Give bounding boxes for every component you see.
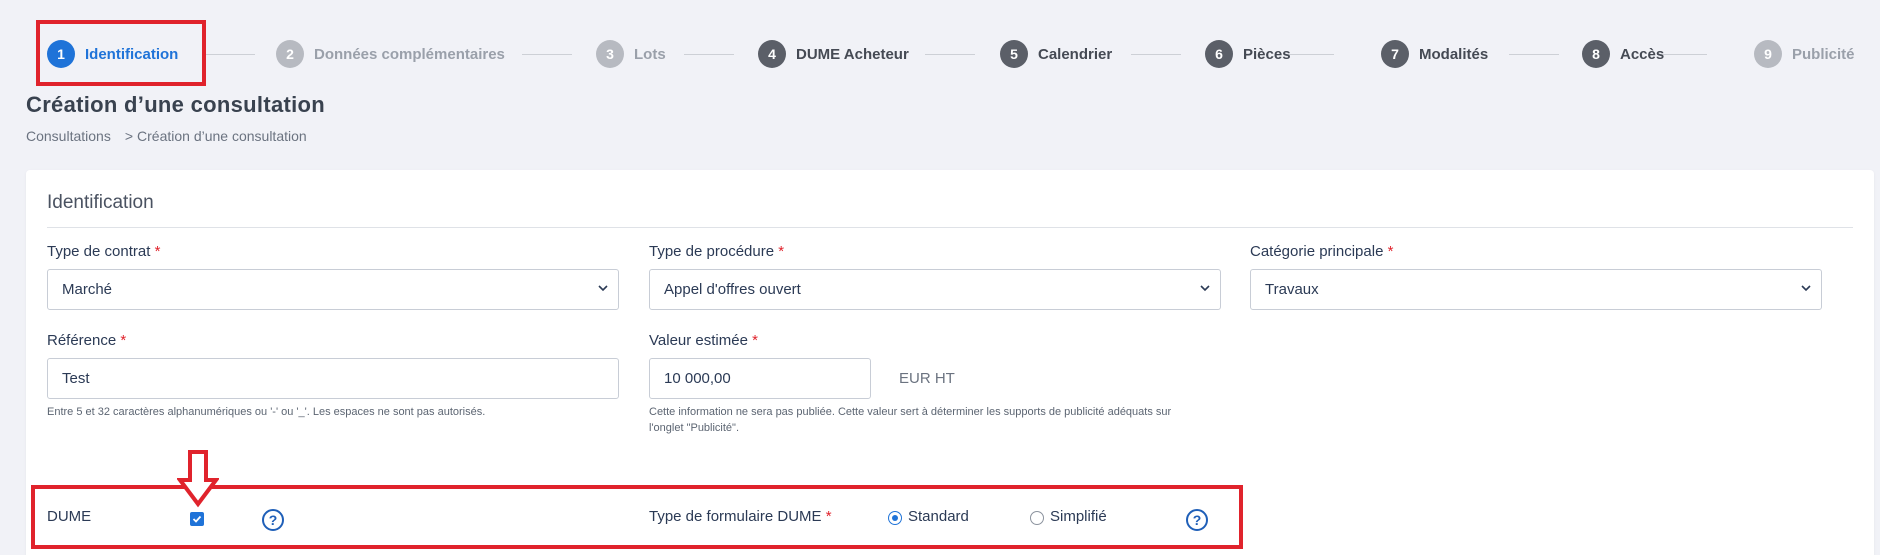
- procedure-type-value: Appel d'offres ouvert: [664, 281, 801, 298]
- step-label: Pièces: [1243, 45, 1291, 63]
- step-pieces[interactable]: 6 Pièces: [1205, 40, 1291, 68]
- estimated-value-label-text: Valeur estimée: [649, 332, 748, 349]
- reference-help-text: Entre 5 et 32 caractères alphanumériques…: [47, 406, 486, 418]
- chevron-down-icon: [598, 285, 608, 292]
- step-label: DUME Acheteur: [796, 45, 909, 63]
- reference-value: Test: [62, 370, 90, 387]
- procedure-type-select[interactable]: Appel d'offres ouvert: [649, 269, 1221, 310]
- step-connector: [1509, 54, 1559, 55]
- contract-type-select[interactable]: Marché: [47, 269, 619, 310]
- estimated-value-label: Valeur estimée *: [649, 332, 758, 349]
- step-label: Accès: [1620, 45, 1665, 63]
- step-connector: [1131, 54, 1181, 55]
- main-category-label: Catégorie principale *: [1250, 243, 1393, 260]
- main-category-value: Travaux: [1265, 281, 1319, 298]
- step-number: 5: [1000, 40, 1028, 68]
- step-donnees-complementaires[interactable]: 2 Données complémentaires: [276, 40, 505, 68]
- procedure-type-label: Type de procédure *: [649, 243, 784, 260]
- estimated-value-help-line: Cette information ne sera pas publiée. C…: [649, 406, 1172, 418]
- breadcrumb-separator: >: [124, 128, 134, 144]
- step-connector: [1657, 54, 1707, 55]
- step-modalites[interactable]: 7 Modalités: [1381, 40, 1488, 68]
- estimated-value-help-text: Cette information ne sera pas publiée. C…: [649, 404, 1229, 436]
- main-category-label-text: Catégorie principale: [1250, 243, 1384, 260]
- step-label: Données complémentaires: [314, 45, 505, 63]
- step-number: 4: [758, 40, 786, 68]
- step-label: Modalités: [1419, 45, 1489, 63]
- step-connector: [522, 54, 572, 55]
- step-number: 6: [1205, 40, 1233, 68]
- section-title: Identification: [47, 192, 154, 213]
- step-number: 2: [276, 40, 304, 68]
- wizard-stepper: 1 Identification 2 Données complémentair…: [47, 40, 1867, 68]
- chevron-down-icon: [1801, 285, 1811, 292]
- page-title: Création d’une consultation: [26, 92, 325, 117]
- step-number: 9: [1754, 40, 1782, 68]
- step-acces[interactable]: 8 Accès: [1582, 40, 1664, 68]
- annotation-highlight-box: [36, 20, 206, 86]
- step-connector: [1284, 54, 1334, 55]
- procedure-type-label-text: Type de procédure: [649, 243, 775, 260]
- annotation-arrow-down-icon: [177, 450, 219, 508]
- step-connector: [684, 54, 734, 55]
- contract-type-value: Marché: [62, 281, 113, 298]
- step-calendrier[interactable]: 5 Calendrier: [1000, 40, 1112, 68]
- currency-unit: EUR HT: [899, 370, 955, 387]
- step-number: 7: [1381, 40, 1409, 68]
- step-number: 3: [596, 40, 624, 68]
- step-label: Publicité: [1792, 45, 1855, 63]
- step-lots[interactable]: 3 Lots: [596, 40, 666, 68]
- main-category-select[interactable]: Travaux: [1250, 269, 1822, 310]
- estimated-value-input[interactable]: 10 000,00: [649, 358, 871, 399]
- reference-label: Référence *: [47, 332, 126, 349]
- breadcrumb-link-consultations[interactable]: Consultations: [26, 128, 111, 144]
- breadcrumb: Consultations > Création d’une consultat…: [26, 128, 307, 144]
- step-connector: [205, 54, 255, 55]
- contract-type-label-text: Type de contrat: [47, 243, 151, 260]
- step-label: Lots: [634, 45, 666, 63]
- required-asterisk: *: [752, 332, 758, 349]
- step-dume-acheteur[interactable]: 4 DUME Acheteur: [758, 40, 909, 68]
- step-publicite[interactable]: 9 Publicité: [1754, 40, 1855, 68]
- step-label: Calendrier: [1038, 45, 1113, 63]
- reference-input[interactable]: Test: [47, 358, 619, 399]
- required-asterisk: *: [778, 243, 785, 260]
- reference-label-text: Référence: [47, 332, 117, 349]
- step-connector: [925, 54, 975, 55]
- contract-type-label: Type de contrat *: [47, 243, 160, 260]
- breadcrumb-current: Création d’une consultation: [137, 128, 307, 144]
- step-number: 8: [1582, 40, 1610, 68]
- required-asterisk: *: [120, 332, 127, 349]
- estimated-value-value: 10 000,00: [664, 370, 731, 387]
- estimated-value-help-line: l'onglet "Publicité".: [649, 422, 740, 434]
- chevron-down-icon: [1200, 285, 1210, 292]
- section-divider: [47, 227, 1853, 228]
- required-asterisk: *: [154, 243, 161, 260]
- required-asterisk: *: [1387, 243, 1394, 260]
